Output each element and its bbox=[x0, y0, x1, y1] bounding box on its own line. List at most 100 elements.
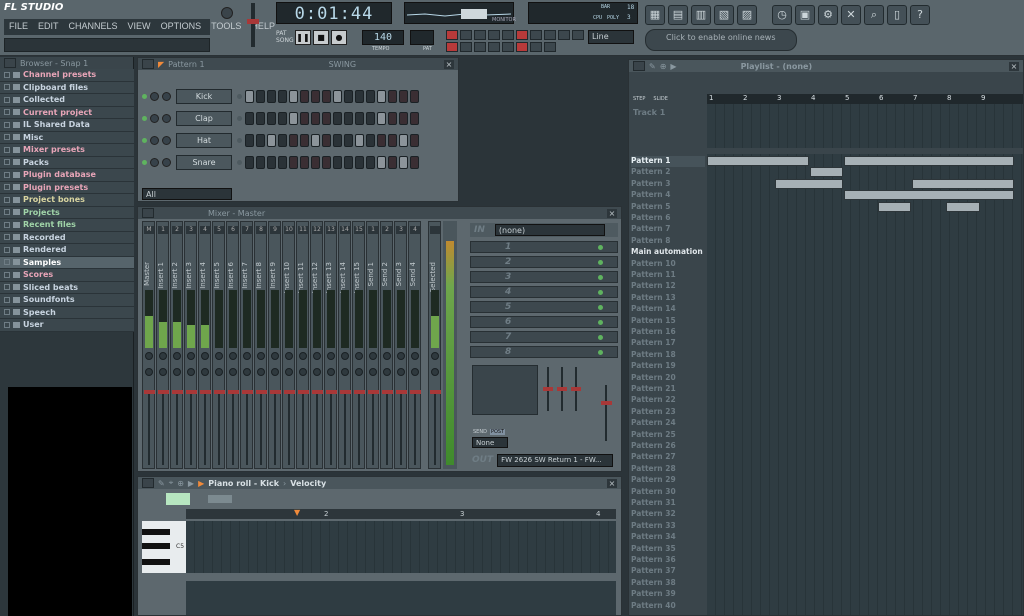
track-knob[interactable] bbox=[327, 352, 335, 360]
record-button[interactable]: ● bbox=[331, 30, 347, 45]
mixer-track[interactable]: 10 Insert 10 bbox=[282, 221, 295, 469]
mixer-track[interactable]: 3 Send 3 bbox=[394, 221, 407, 469]
track-knob[interactable] bbox=[243, 368, 251, 376]
pattern-item[interactable]: Pattern 28 bbox=[631, 464, 705, 475]
pattern-item[interactable]: Pattern 8 bbox=[631, 236, 705, 247]
menu-options[interactable]: OPTIONS bbox=[156, 19, 207, 35]
tool-button[interactable] bbox=[544, 42, 556, 52]
channel-select-led[interactable] bbox=[237, 93, 242, 99]
track-fader[interactable] bbox=[148, 390, 150, 465]
slot-led-icon[interactable] bbox=[598, 259, 603, 265]
step-button[interactable] bbox=[399, 89, 408, 103]
tools-icon[interactable]: ✕ bbox=[841, 5, 861, 25]
pattern-item[interactable]: Pattern 15 bbox=[631, 316, 705, 327]
mixer-track[interactable]: 5 Insert 5 bbox=[212, 221, 225, 469]
pattern-item[interactable]: Pattern 21 bbox=[631, 384, 705, 395]
pattern-item[interactable]: Main automation bbox=[631, 247, 705, 258]
channel-button[interactable]: Snare bbox=[176, 154, 232, 170]
step-button[interactable] bbox=[278, 155, 287, 169]
browser-item[interactable]: Project bones bbox=[0, 194, 134, 207]
track-knob[interactable] bbox=[313, 368, 321, 376]
piano-timeline[interactable]: 2 3 4 ▼ bbox=[186, 508, 616, 519]
tool-button[interactable] bbox=[516, 42, 528, 52]
pattern-block[interactable] bbox=[843, 156, 1014, 166]
track-knob[interactable] bbox=[383, 352, 391, 360]
track-knob[interactable] bbox=[383, 368, 391, 376]
fader-handle[interactable] bbox=[382, 390, 393, 394]
pattern-item[interactable]: Pattern 22 bbox=[631, 395, 705, 406]
effect-slot[interactable]: 2 bbox=[470, 256, 618, 268]
output-select[interactable]: FW 2626 SW Return 1 - FW... bbox=[497, 453, 614, 467]
slot-led-icon[interactable] bbox=[598, 244, 603, 250]
expand-icon[interactable] bbox=[4, 321, 10, 328]
channel-volume-knob[interactable] bbox=[162, 113, 171, 123]
track-knob[interactable] bbox=[411, 368, 419, 376]
step-button[interactable] bbox=[245, 133, 254, 147]
pattern-item[interactable]: Pattern 29 bbox=[631, 475, 705, 486]
expand-icon[interactable] bbox=[4, 96, 10, 103]
pattern-item[interactable]: Pattern 26 bbox=[631, 441, 705, 452]
step-button[interactable] bbox=[377, 111, 386, 125]
browser-item[interactable]: Recorded bbox=[0, 231, 134, 244]
fader-handle[interactable] bbox=[186, 390, 197, 394]
mixer-track[interactable]: 15 Insert 15 bbox=[352, 221, 365, 469]
channel-pan-knob[interactable] bbox=[150, 157, 159, 167]
step-button[interactable] bbox=[388, 89, 397, 103]
effect-slot[interactable]: 7 bbox=[470, 331, 618, 343]
pattern-item[interactable]: Pattern 16 bbox=[631, 327, 705, 338]
mixer-track[interactable]: 14 Insert 14 bbox=[338, 221, 351, 469]
step-button[interactable] bbox=[333, 133, 342, 147]
fader-handle[interactable] bbox=[172, 390, 183, 394]
channel-options-button[interactable] bbox=[142, 59, 154, 69]
track-knob[interactable] bbox=[341, 368, 349, 376]
pattern-item[interactable]: Pattern 38 bbox=[631, 578, 705, 589]
pattern-grid[interactable] bbox=[707, 154, 1023, 615]
track-knob[interactable] bbox=[369, 368, 377, 376]
pattern-title[interactable]: Pattern 1 bbox=[168, 60, 204, 69]
effect-slot[interactable]: 3 bbox=[470, 271, 618, 283]
channel-mute-led[interactable] bbox=[142, 137, 147, 143]
fader-handle[interactable] bbox=[270, 390, 281, 394]
step-button[interactable] bbox=[322, 89, 331, 103]
tool-button[interactable] bbox=[446, 42, 458, 52]
pattern-item[interactable]: Pattern 3 bbox=[631, 179, 705, 190]
track-fader[interactable] bbox=[414, 390, 416, 465]
step-button[interactable] bbox=[410, 111, 419, 125]
step-button[interactable] bbox=[256, 133, 265, 147]
tool-button[interactable] bbox=[502, 42, 514, 52]
pattern-item[interactable]: Pattern 40 bbox=[631, 601, 705, 612]
pattern-item[interactable]: Pattern 34 bbox=[631, 532, 705, 543]
pattern-item[interactable]: Pattern 32 bbox=[631, 509, 705, 520]
track-knob[interactable] bbox=[215, 352, 223, 360]
track-knob[interactable] bbox=[431, 352, 439, 360]
step-button[interactable] bbox=[344, 89, 353, 103]
channel-volume-knob[interactable] bbox=[162, 135, 171, 145]
track-knob[interactable] bbox=[271, 352, 279, 360]
track-knob[interactable] bbox=[313, 352, 321, 360]
step-button[interactable] bbox=[355, 111, 364, 125]
save-icon[interactable]: ▣ bbox=[795, 5, 815, 25]
track-knob[interactable] bbox=[271, 368, 279, 376]
scroll-thumb[interactable] bbox=[208, 495, 232, 503]
step-button[interactable] bbox=[300, 133, 309, 147]
close-icon[interactable]: × bbox=[1009, 61, 1019, 71]
track-lane[interactable] bbox=[707, 104, 1023, 148]
brush-icon[interactable]: ⌖ bbox=[169, 478, 174, 488]
tool-button[interactable] bbox=[446, 30, 458, 40]
step-button[interactable] bbox=[300, 155, 309, 169]
mixer-options-button[interactable] bbox=[142, 208, 154, 218]
pattern-block[interactable] bbox=[878, 201, 912, 212]
browser-item[interactable]: Plugin database bbox=[0, 169, 134, 182]
track-knob[interactable] bbox=[397, 352, 405, 360]
pattern-block[interactable] bbox=[809, 167, 843, 178]
track-fader[interactable] bbox=[330, 390, 332, 465]
step-button[interactable] bbox=[366, 111, 375, 125]
tool-button[interactable] bbox=[460, 30, 472, 40]
playlist-window-icon[interactable]: ▦ bbox=[645, 5, 665, 25]
track-fader[interactable] bbox=[162, 390, 164, 465]
step-button[interactable] bbox=[355, 155, 364, 169]
track-knob[interactable] bbox=[257, 368, 265, 376]
mixer-track[interactable]: Selected bbox=[428, 221, 441, 469]
menu-channels[interactable]: CHANNELS bbox=[64, 19, 123, 35]
step-button[interactable] bbox=[267, 89, 276, 103]
